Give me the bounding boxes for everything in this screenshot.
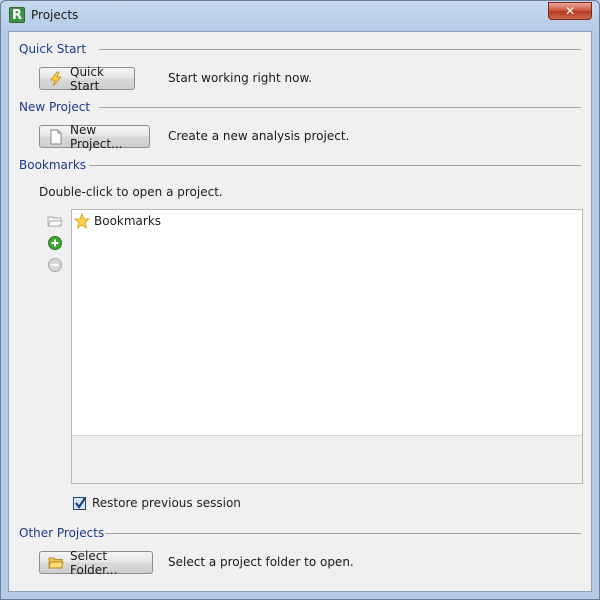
folder-open-icon[interactable] xyxy=(47,213,63,229)
new-project-button-label: New Project... xyxy=(70,122,123,151)
add-icon[interactable] xyxy=(47,235,63,251)
projects-window: R Projects ✕ Quick Start Quick Start Sta… xyxy=(0,0,600,600)
restore-session-label: Restore previous session xyxy=(92,496,241,510)
new-project-description: Create a new analysis project. xyxy=(168,129,350,143)
dialog-client-area: Quick Start Quick Start Start working ri… xyxy=(8,31,592,592)
title-bar[interactable]: R Projects ✕ xyxy=(1,1,599,31)
section-divider xyxy=(99,107,581,108)
quick-start-description: Start working right now. xyxy=(168,71,313,85)
folder-icon xyxy=(48,555,64,571)
blank-document-icon xyxy=(48,129,64,145)
section-label-other-projects: Other Projects xyxy=(19,526,105,540)
quick-start-button-label: Quick Start xyxy=(70,64,104,93)
quick-start-button[interactable]: Quick Start xyxy=(39,64,135,93)
bookmarks-hint: Double-click to open a project. xyxy=(39,185,223,199)
section-label-new-project: New Project xyxy=(19,100,91,114)
section-divider xyxy=(99,49,581,50)
restore-session-checkbox[interactable] xyxy=(73,496,86,510)
bookmarks-tree[interactable]: Bookmarks xyxy=(71,209,583,484)
bookmarks-details-pane xyxy=(72,435,582,483)
close-button[interactable]: ✕ xyxy=(548,2,592,20)
restore-session-row[interactable]: Restore previous session xyxy=(73,496,241,510)
app-logo-icon: R xyxy=(9,7,25,23)
star-icon xyxy=(73,212,91,229)
new-project-button[interactable]: New Project... xyxy=(39,122,150,151)
section-divider xyxy=(89,165,581,166)
section-divider xyxy=(105,533,581,534)
lightning-icon xyxy=(48,71,64,87)
select-folder-button[interactable]: Select Folder... xyxy=(39,548,153,577)
window-title: Projects xyxy=(31,8,79,22)
tree-item-bookmarks[interactable]: Bookmarks xyxy=(73,212,165,229)
remove-icon[interactable] xyxy=(47,257,63,273)
tree-item-label: Bookmarks xyxy=(94,213,162,228)
select-folder-description: Select a project folder to open. xyxy=(168,555,354,569)
section-label-bookmarks: Bookmarks xyxy=(19,158,87,172)
select-folder-button-label: Select Folder... xyxy=(70,548,118,577)
section-label-quick-start: Quick Start xyxy=(19,42,87,56)
